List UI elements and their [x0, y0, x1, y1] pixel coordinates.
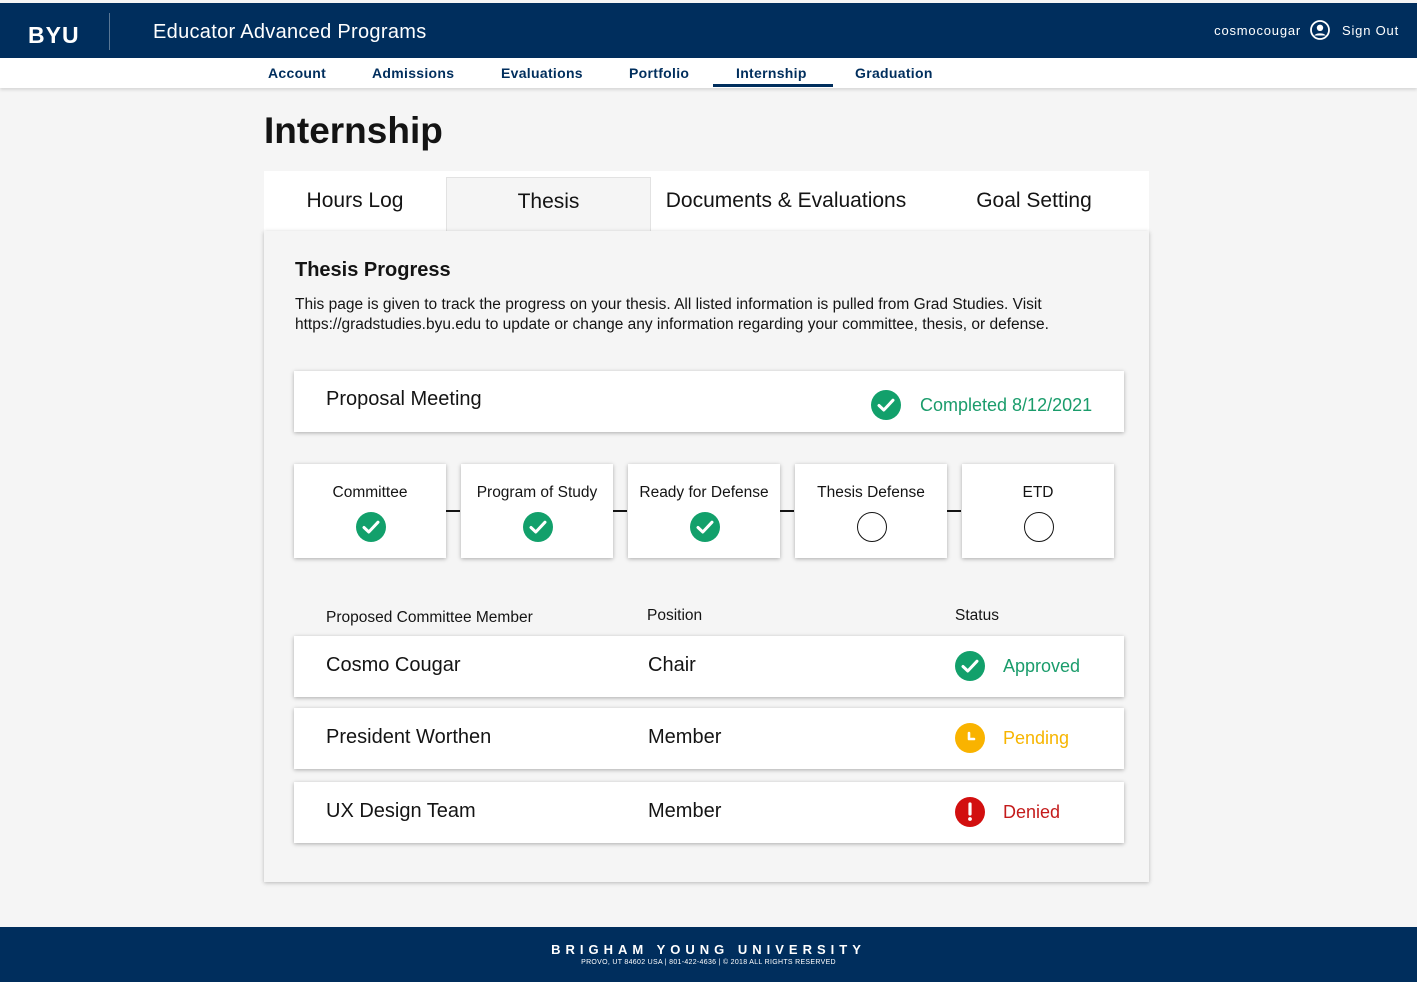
step-thesis-defense: Thesis Defense [795, 464, 947, 558]
thesis-panel: Thesis Progress This page is given to tr… [264, 231, 1149, 882]
check-icon [955, 651, 985, 681]
tab-bar: Hours Log Thesis Documents & Evaluations… [264, 171, 1149, 233]
step-label: Program of Study [476, 484, 598, 501]
byu-logo[interactable]: BYU [28, 22, 80, 49]
step-label: ETD [1022, 484, 1054, 501]
page-title: Internship [264, 110, 443, 151]
sign-out-link[interactable]: Sign Out [1342, 23, 1399, 38]
nav-item-admissions[interactable]: Admissions [372, 65, 454, 81]
empty-circle-icon [857, 512, 887, 542]
top-header: BYU Educator Advanced Programs cosmocoug… [0, 3, 1417, 58]
step-ready-for-defense: Ready for Defense [628, 464, 780, 558]
active-nav-indicator [713, 84, 833, 87]
username[interactable]: cosmocougar [1214, 23, 1301, 38]
check-icon [871, 390, 901, 420]
proposal-meeting-card: Proposal Meeting Completed 8/12/2021 [294, 371, 1124, 432]
proposal-label: Proposal Meeting [326, 388, 482, 410]
footer-contact-info: PROVO, UT 84602 USA | 801-422-4636 | © 2… [581, 959, 836, 966]
nav-item-account[interactable]: Account [268, 65, 326, 81]
nav-item-internship[interactable]: Internship [736, 65, 807, 81]
footer: BRIGHAM YOUNG UNIVERSITY PROVO, UT 84602… [0, 927, 1417, 982]
column-header-member: Proposed Committee Member [326, 609, 533, 626]
nav-item-portfolio[interactable]: Portfolio [629, 65, 689, 81]
tab-thesis[interactable]: Thesis [446, 177, 651, 233]
status-denied: Denied [1003, 801, 1061, 822]
tab-documents-evaluations[interactable]: Documents & Evaluations [651, 171, 921, 231]
alert-icon [955, 797, 985, 827]
header-divider [109, 13, 110, 50]
step-etd: ETD [962, 464, 1114, 558]
member-name: President Worthen [326, 726, 492, 748]
committee-member-row: Cosmo Cougar Chair Approved [294, 636, 1124, 697]
user-account-icon[interactable] [1310, 20, 1330, 40]
step-committee: Committee [294, 464, 446, 558]
empty-circle-icon [1024, 512, 1054, 542]
user-area: cosmocougar Sign Out [1214, 20, 1399, 40]
status-approved: Approved [1003, 655, 1081, 676]
step-label: Committee [332, 484, 408, 501]
proposal-status-text: Completed 8/12/2021 [920, 394, 1093, 415]
check-icon [690, 512, 720, 542]
nav-item-graduation[interactable]: Graduation [855, 65, 933, 81]
nav-item-evaluations[interactable]: Evaluations [501, 65, 583, 81]
member-name: Cosmo Cougar [326, 654, 461, 676]
check-icon [523, 512, 553, 542]
step-connector [780, 510, 794, 512]
member-status: Denied [955, 797, 1060, 827]
step-label: Thesis Defense [817, 484, 925, 501]
committee-member-row: President Worthen Member Pending [294, 708, 1124, 769]
check-icon [356, 512, 386, 542]
footer-university-name: BRIGHAM YOUNG UNIVERSITY [551, 942, 866, 957]
column-header-status: Status [955, 607, 999, 624]
app-title: Educator Advanced Programs [153, 21, 427, 43]
step-program-of-study: Program of Study [461, 464, 613, 558]
member-position: Member [648, 800, 722, 822]
member-position: Member [648, 726, 722, 748]
member-name: UX Design Team [326, 800, 476, 822]
clock-icon [955, 723, 985, 753]
committee-member-row: UX Design Team Member Denied [294, 782, 1124, 843]
step-connector [947, 510, 961, 512]
step-connector [613, 510, 627, 512]
section-description: This page is given to track the progress… [295, 296, 1049, 333]
proposal-status: Completed 8/12/2021 [871, 390, 1092, 420]
step-connector [446, 510, 460, 512]
tab-goal-setting[interactable]: Goal Setting [940, 171, 1128, 231]
member-status: Approved [955, 651, 1080, 681]
main-nav: Account Admissions Evaluations Portfolio… [0, 58, 1417, 88]
column-header-position: Position [647, 607, 703, 624]
member-position: Chair [648, 654, 696, 676]
member-status: Pending [955, 723, 1069, 753]
section-title: Thesis Progress [295, 259, 451, 281]
status-pending: Pending [1003, 727, 1070, 748]
step-label: Ready for Defense [639, 484, 769, 501]
tab-hours-log[interactable]: Hours Log [264, 171, 446, 231]
